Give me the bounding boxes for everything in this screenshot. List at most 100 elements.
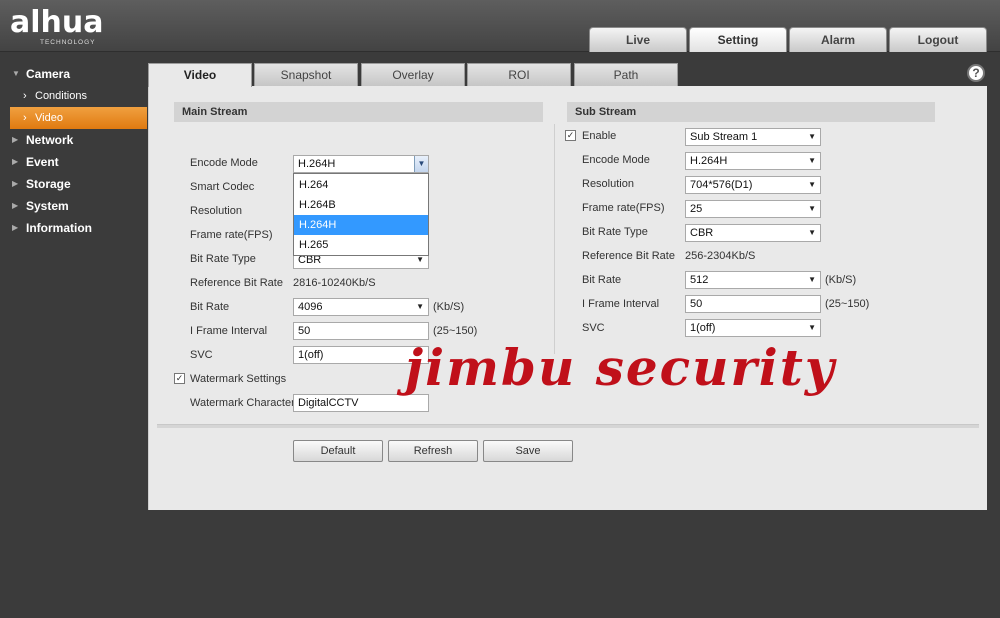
- sub-stream-header: Sub Stream: [567, 102, 935, 122]
- sidebar-item-label: Video: [35, 112, 63, 124]
- watermark-character-label: Watermark Character: [190, 397, 295, 409]
- sidebar-section-event[interactable]: ▶ Event: [0, 151, 147, 173]
- sidebar-section-label: Event: [26, 155, 59, 169]
- sub-encode-mode-value: H.264H: [690, 155, 728, 167]
- sub-resolution-value: 704*576(D1): [690, 179, 753, 191]
- sub-resolution-label: Resolution: [582, 178, 634, 190]
- sub-bit-rate-type-select[interactable]: CBR ▼: [685, 224, 821, 242]
- sub-bit-rate-unit: (Kb/S): [825, 274, 857, 286]
- sidebar-item-conditions[interactable]: › Conditions: [0, 85, 147, 107]
- sub-resolution-select[interactable]: 704*576(D1) ▼: [685, 176, 821, 194]
- expand-arrow-icon: ▼: [12, 69, 20, 78]
- sub-bit-rate-label: Bit Rate: [582, 274, 622, 286]
- bit-rate-type-label: Bit Rate Type: [190, 253, 256, 265]
- encode-mode-select[interactable]: H.264H ▼: [293, 155, 429, 173]
- sub-ref-bit-rate-value: 256-2304Kb/S: [685, 250, 756, 262]
- sidebar-section-system[interactable]: ▶ System: [0, 195, 147, 217]
- collapsed-arrow-icon: ▶: [12, 201, 19, 210]
- sidebar-section-network[interactable]: ▶ Network: [0, 129, 147, 151]
- sub-svc-label: SVC: [582, 322, 605, 334]
- help-icon[interactable]: ?: [967, 64, 985, 82]
- stream-divider: [554, 124, 555, 354]
- bit-rate-select[interactable]: 4096 ▼: [293, 298, 429, 316]
- nav-tab-setting[interactable]: Setting: [689, 27, 787, 52]
- sub-svc-select[interactable]: 1(off) ▼: [685, 319, 821, 337]
- smart-codec-label: Smart Codec: [190, 181, 255, 193]
- dropdown-arrow-icon: ▼: [808, 156, 816, 165]
- frame-rate-label: Frame rate(FPS): [190, 229, 273, 241]
- nav-tab-logout[interactable]: Logout: [889, 27, 987, 52]
- logo-subtitle: TECHNOLOGY: [40, 39, 96, 46]
- sub-ref-bit-rate-label: Reference Bit Rate: [582, 250, 675, 262]
- sub-frame-rate-label: Frame rate(FPS): [582, 202, 665, 214]
- sub-encode-mode-select[interactable]: H.264H ▼: [685, 152, 821, 170]
- main-stream-header: Main Stream: [174, 102, 543, 122]
- watermark-settings-checkbox[interactable]: ✓: [174, 373, 185, 384]
- svc-value: 1(off): [298, 349, 324, 361]
- top-header: alhua TECHNOLOGY Live Setting Alarm Logo…: [0, 0, 1000, 52]
- enable-checkbox[interactable]: ✓: [565, 130, 576, 141]
- sub-bit-rate-type-label: Bit Rate Type: [582, 226, 648, 238]
- sub-bit-rate-value: 512: [690, 274, 709, 286]
- default-button[interactable]: Default: [293, 440, 383, 462]
- resolution-label: Resolution: [190, 205, 242, 217]
- encode-option-h265[interactable]: H.265: [294, 235, 428, 255]
- encode-mode-label: Encode Mode: [190, 157, 258, 169]
- collapsed-arrow-icon: ▶: [12, 223, 19, 232]
- tab-video[interactable]: Video: [148, 63, 252, 87]
- tab-snapshot[interactable]: Snapshot: [254, 63, 358, 86]
- encode-mode-value: H.264H: [298, 158, 336, 170]
- tab-overlay[interactable]: Overlay: [361, 63, 465, 86]
- dropdown-arrow-icon: ▼: [808, 204, 816, 213]
- dropdown-arrow-icon: ▼: [416, 302, 424, 311]
- dropdown-arrow-icon: ▼: [808, 275, 816, 284]
- section-divider: [157, 424, 979, 428]
- bit-rate-unit: (Kb/S): [433, 301, 465, 313]
- bit-rate-label: Bit Rate: [190, 301, 230, 313]
- encode-mode-dropdown-list: H.264 H.264B H.264H H.265: [293, 173, 429, 256]
- sub-frame-rate-select[interactable]: 25 ▼: [685, 200, 821, 218]
- sub-stream-value: Sub Stream 1: [690, 131, 758, 143]
- sidebar-section-information[interactable]: ▶ Information: [0, 217, 147, 239]
- sub-iframe-interval-input[interactable]: 50: [685, 295, 821, 313]
- refresh-button[interactable]: Refresh: [388, 440, 478, 462]
- nav-tab-live[interactable]: Live: [589, 27, 687, 52]
- sidebar-section-label: Storage: [26, 177, 71, 191]
- encode-option-h264b[interactable]: H.264B: [294, 195, 428, 215]
- collapsed-arrow-icon: ▶: [12, 135, 19, 144]
- dropdown-arrow-icon: ▼: [808, 180, 816, 189]
- sidebar-section-label: Information: [26, 221, 92, 235]
- sub-bit-rate-select[interactable]: 512 ▼: [685, 271, 821, 289]
- sidebar-item-video[interactable]: › Video: [10, 107, 147, 129]
- nav-tab-alarm[interactable]: Alarm: [789, 27, 887, 52]
- sidebar-section-label: Camera: [26, 67, 71, 81]
- dropdown-arrow-icon: ▼: [808, 228, 816, 237]
- sub-iframe-interval-range: (25~150): [825, 298, 870, 310]
- bit-rate-value: 4096: [298, 301, 323, 313]
- sidebar-section-camera[interactable]: ▼ Camera: [0, 63, 147, 85]
- chevron-right-icon: ›: [23, 90, 27, 102]
- collapsed-arrow-icon: ▶: [12, 157, 19, 166]
- tab-roi[interactable]: ROI: [467, 63, 571, 86]
- dropdown-arrow-icon: ▼: [808, 323, 816, 332]
- watermark-overlay-text: jimbu security: [405, 338, 836, 397]
- sidebar-section-storage[interactable]: ▶ Storage: [0, 173, 147, 195]
- sub-frame-rate-value: 25: [690, 203, 703, 215]
- sidebar-item-label: Conditions: [35, 90, 87, 102]
- logo: alhua: [10, 5, 104, 40]
- iframe-interval-range: (25~150): [433, 325, 478, 337]
- ref-bit-rate-label: Reference Bit Rate: [190, 277, 283, 289]
- sub-stream-select[interactable]: Sub Stream 1 ▼: [685, 128, 821, 146]
- encode-option-h264[interactable]: H.264: [294, 175, 428, 195]
- chevron-right-icon: ›: [23, 112, 27, 124]
- svc-label: SVC: [190, 349, 213, 361]
- sub-svc-value: 1(off): [690, 322, 716, 334]
- save-button[interactable]: Save: [483, 440, 573, 462]
- collapsed-arrow-icon: ▶: [12, 179, 19, 188]
- ref-bit-rate-value: 2816-10240Kb/S: [293, 277, 376, 289]
- sidebar-section-label: System: [26, 199, 69, 213]
- tab-path[interactable]: Path: [574, 63, 678, 86]
- encode-option-h264h[interactable]: H.264H: [294, 215, 428, 235]
- iframe-interval-label: I Frame Interval: [190, 325, 268, 337]
- dropdown-arrow-icon[interactable]: ▼: [414, 156, 428, 172]
